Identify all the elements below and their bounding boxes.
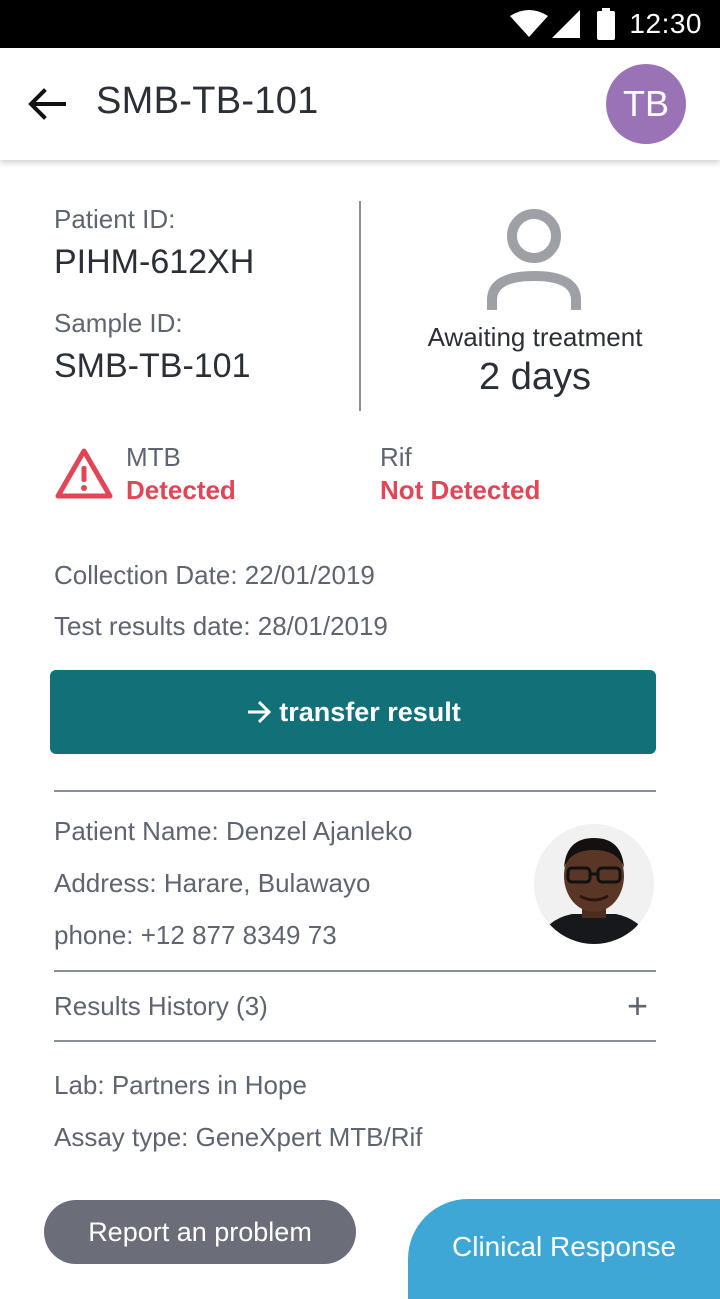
clinical-response-label: Clinical Response: [452, 1231, 677, 1262]
sample-id-label: Sample ID:: [54, 308, 183, 338]
divider: [54, 790, 656, 792]
status-bar: 12:30: [0, 0, 720, 48]
warning-icon: [55, 448, 113, 499]
cellular-signal-icon: [552, 10, 580, 38]
sample-id-value: SMB-TB-101: [54, 347, 251, 385]
patient-phone: phone: +12 877 8349 73: [54, 920, 337, 950]
report-problem-button[interactable]: Report an problem: [44, 1200, 356, 1264]
patient-address: Address: Harare, Bulawayo: [54, 868, 371, 898]
patient-name: Patient Name: Denzel Ajanleko: [54, 816, 413, 846]
clinical-response-button[interactable]: Clinical Response: [408, 1199, 720, 1299]
awaiting-treatment-label: Awaiting treatment: [427, 322, 643, 352]
person-icon: [487, 209, 581, 310]
app-bar: SMB-TB-101 TB: [0, 48, 720, 160]
transfer-result-button[interactable]: transfer result: [50, 670, 656, 754]
lab-name: Lab: Partners in Hope: [54, 1070, 307, 1100]
patient-id-block: Patient ID: PIHM-612XH: [54, 204, 254, 282]
awaiting-days-value: 2 days: [479, 356, 591, 398]
collection-date: Collection Date: 22/01/2019: [54, 560, 375, 590]
mtb-status: Detected: [126, 475, 236, 505]
status-time: 12:30: [629, 8, 702, 39]
divider: [54, 970, 656, 972]
sample-id-block: Sample ID: SMB-TB-101: [54, 308, 251, 386]
user-avatar[interactable]: TB: [606, 64, 686, 144]
rif-status: Not Detected: [380, 475, 541, 505]
patient-id-value: PIHM-612XH: [54, 243, 255, 281]
patient-photo: [534, 824, 654, 944]
mtb-label: MTB: [126, 442, 181, 472]
rif-result: Rif Not Detected: [380, 442, 540, 506]
results-history-label: Results History (3): [54, 991, 268, 1021]
transfer-result-label: transfer result: [279, 696, 461, 727]
divider: [54, 1040, 656, 1042]
test-results-date: Test results date: 28/01/2019: [54, 611, 388, 641]
mtb-result: MTB Detected: [126, 442, 236, 506]
battery-icon: [597, 8, 615, 40]
back-arrow-icon[interactable]: [24, 82, 68, 126]
arrow-right-icon: [248, 700, 272, 724]
results-history-row[interactable]: Results History (3) +: [54, 975, 656, 1039]
plus-icon[interactable]: +: [627, 985, 648, 1027]
assay-type: Assay type: GeneXpert MTB/Rif: [54, 1122, 423, 1152]
vertical-divider: [359, 201, 361, 411]
wifi-icon: [510, 10, 548, 37]
patient-id-label: Patient ID:: [54, 204, 176, 234]
page-title: SMB-TB-101: [96, 80, 319, 122]
rif-label: Rif: [380, 442, 412, 472]
